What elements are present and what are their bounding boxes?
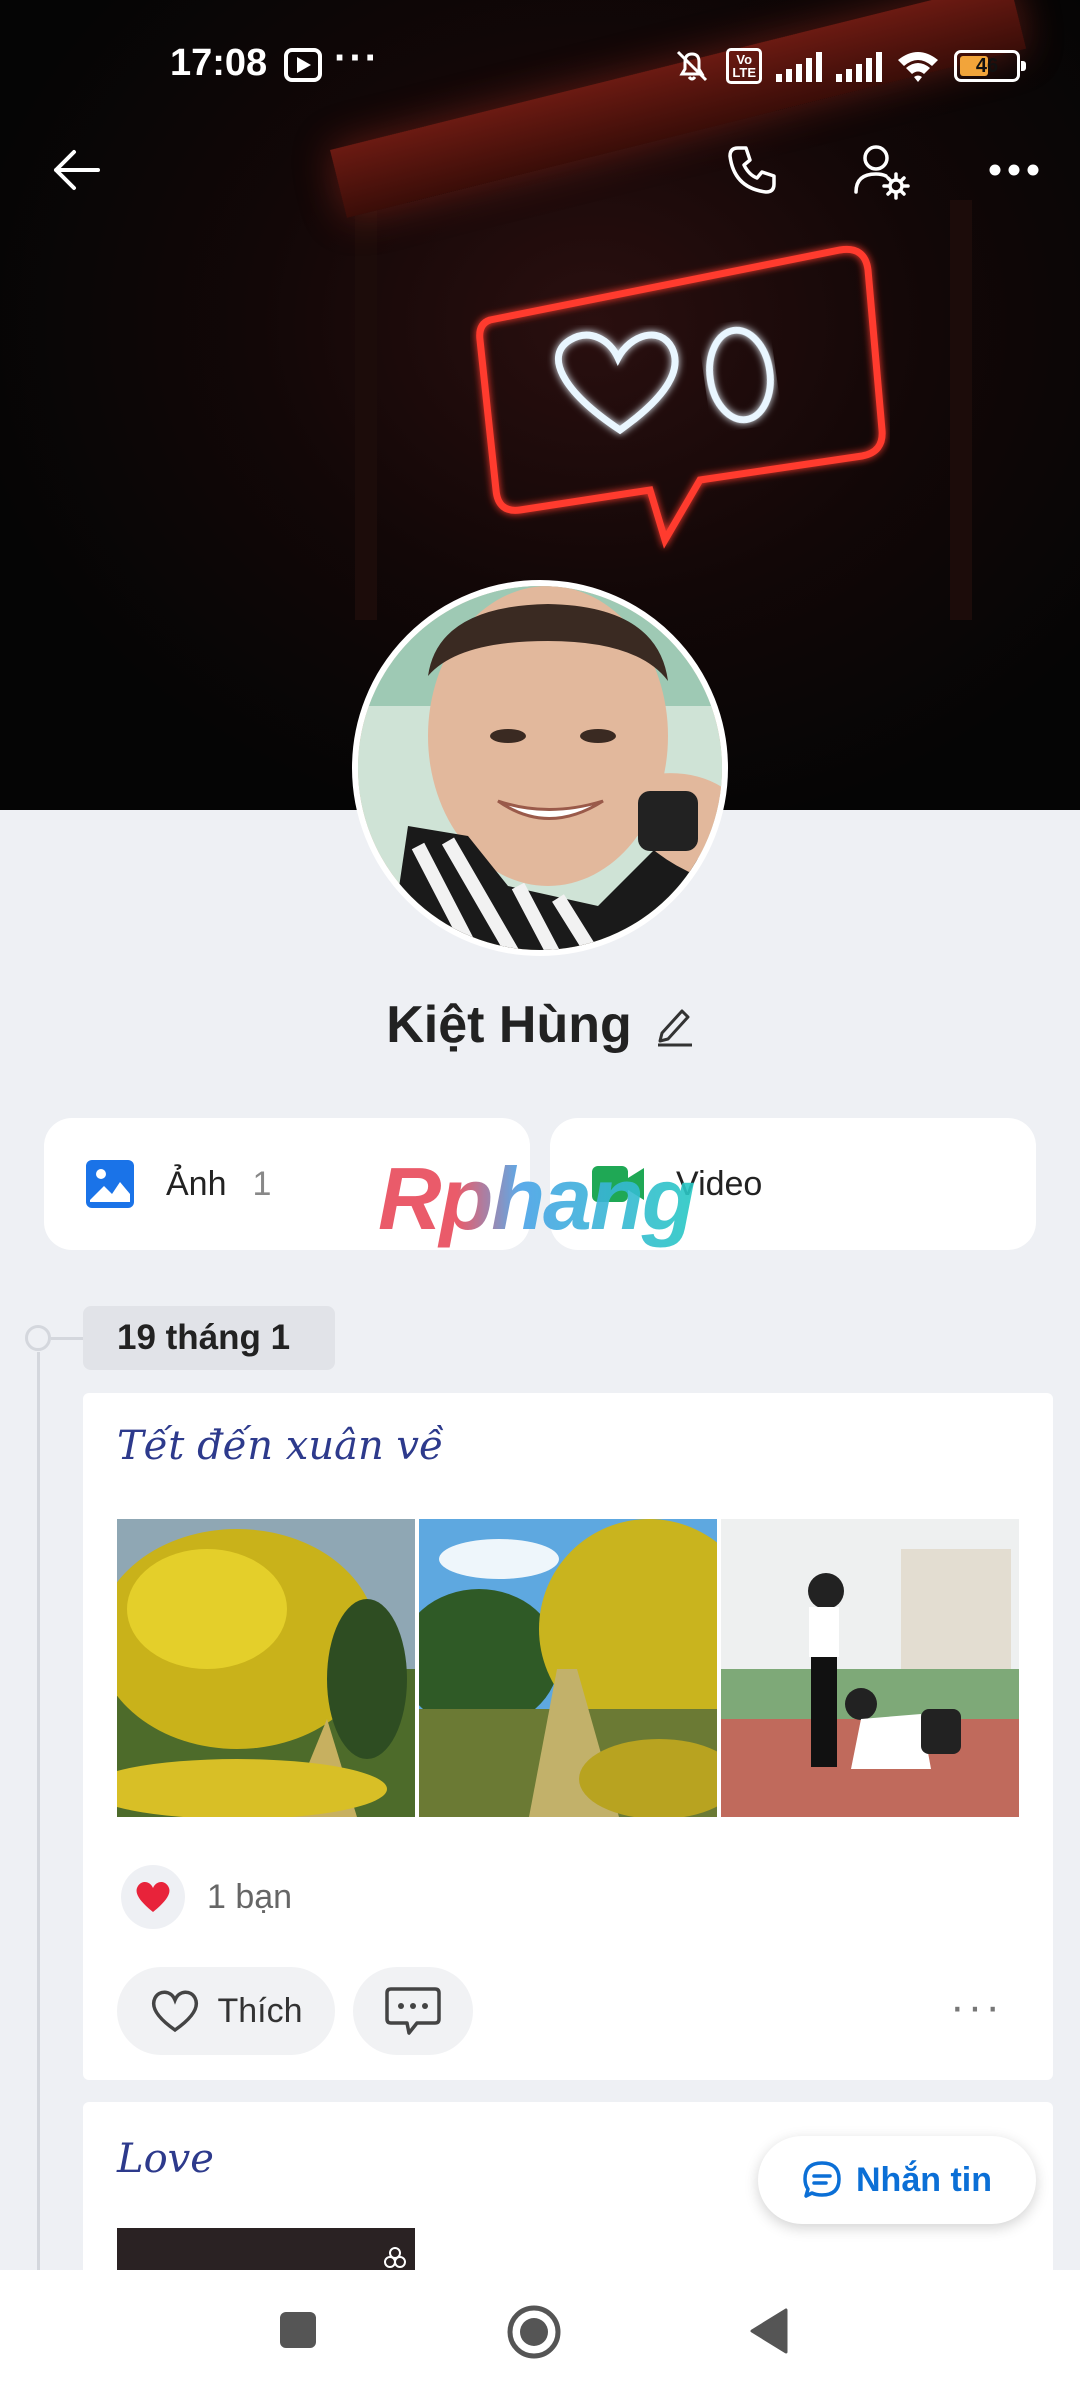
system-nav-bar (0, 2270, 1080, 2400)
photos-count: 1 (252, 1164, 272, 1203)
heart-outline-icon (152, 1990, 199, 2033)
more-horizontal-icon (989, 164, 1039, 176)
heart-reaction (121, 1865, 185, 1929)
home-button[interactable] (506, 2304, 562, 2365)
post-card[interactable]: Tết đến xuân về 1 bạn Thích ··· (83, 1393, 1053, 2080)
status-bar: 17:08 ··· Vo LTE 46 (0, 0, 1080, 130)
reaction-count: 1 bạn (207, 1877, 293, 1916)
message-button[interactable]: Nhắn tin (758, 2136, 1036, 2224)
status-time: 17:08 (170, 42, 268, 84)
post-photo[interactable] (117, 1519, 415, 1817)
post-photo-image (419, 1519, 717, 1817)
more-button[interactable] (974, 130, 1054, 210)
timeline-date: 19 tháng 1 (83, 1306, 335, 1370)
multi-photo-icon (384, 2247, 406, 2268)
comment-button[interactable] (353, 1967, 473, 2055)
signal-icon (836, 50, 882, 82)
post-title: Tết đến xuân về (117, 1423, 444, 1469)
battery-level: 46 (975, 54, 999, 77)
cover-decor (355, 200, 377, 620)
timeline-dot (25, 1325, 51, 1351)
photos-label: Ảnh (166, 1164, 227, 1203)
call-button[interactable] (712, 130, 792, 210)
timeline-connector (51, 1337, 83, 1340)
signal-icon (776, 50, 822, 82)
triangle-back-icon (750, 2308, 788, 2354)
reaction-summary[interactable]: 1 bạn (121, 1865, 292, 1929)
square-icon (280, 2312, 316, 2348)
like-label: Thích (217, 1991, 303, 2030)
phone-icon (728, 146, 776, 194)
wifi-icon (898, 52, 938, 82)
neon-like-sign (476, 245, 886, 549)
avatar[interactable] (352, 580, 728, 956)
notification-app-icon (284, 48, 322, 82)
timeline-line (37, 1352, 40, 2272)
back-button[interactable] (36, 130, 116, 210)
profile-name: Kiệt Hùng (386, 996, 632, 1054)
edit-pencil-icon[interactable] (654, 1003, 694, 1047)
comment-icon (385, 1987, 441, 2035)
like-button[interactable]: Thích (117, 1967, 335, 2055)
volte-icon: Vo LTE (726, 48, 762, 84)
profile-name-row: Kiệt Hùng (0, 995, 1080, 1055)
recents-button[interactable] (278, 2310, 318, 2355)
post-title: Love (117, 2136, 214, 2182)
mute-icon (677, 50, 708, 82)
battery-icon: 46 (954, 50, 1026, 82)
post-photo-grid[interactable] (117, 1519, 1019, 1817)
cover-decor (950, 200, 972, 620)
post-more-button[interactable]: ··· (950, 1985, 1003, 2029)
more-notifications-icon: ··· (334, 36, 380, 80)
heart-icon (136, 1882, 170, 1912)
post-photo[interactable] (419, 1519, 717, 1817)
arrow-left-icon (54, 150, 100, 190)
avatar-photo (358, 586, 722, 950)
profile-settings-button[interactable] (842, 130, 922, 210)
message-button-label: Nhắn tin (856, 2160, 992, 2199)
photo-icon (86, 1160, 134, 1208)
watermark: Rphang (378, 1149, 696, 1248)
user-settings-icon (854, 145, 910, 200)
chat-icon (803, 2161, 841, 2198)
back-nav-button[interactable] (748, 2306, 790, 2361)
circle-icon (507, 2305, 561, 2359)
post-photo[interactable] (721, 1519, 1019, 1817)
post-photo-image (721, 1519, 1019, 1817)
post-photo-image (117, 1519, 415, 1817)
